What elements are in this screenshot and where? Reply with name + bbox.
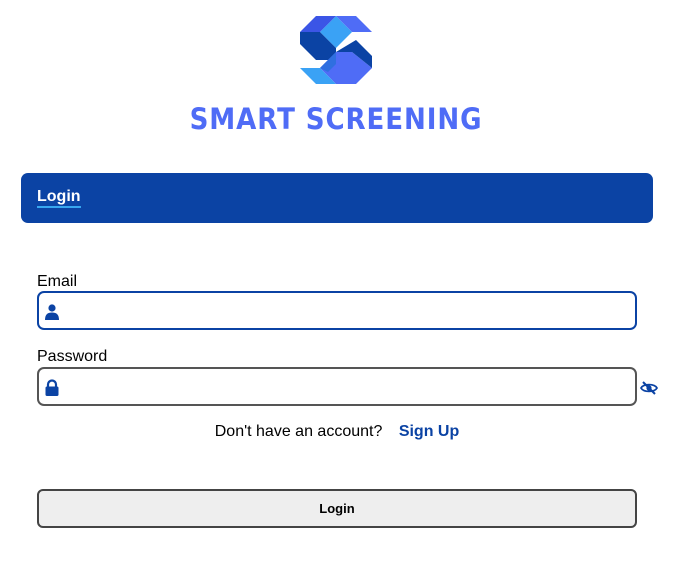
login-button[interactable]: Login: [37, 489, 637, 528]
lock-icon: [45, 379, 59, 396]
brand-name: SMART SCREENING: [189, 102, 483, 136]
header-title[interactable]: Login: [37, 188, 81, 208]
signup-link[interactable]: Sign Up: [399, 423, 459, 440]
password-input[interactable]: [69, 369, 629, 404]
brand-logo: SMART SCREENING: [0, 12, 685, 138]
signup-row: Don't have an account? Sign Up: [0, 423, 674, 441]
email-field[interactable]: [37, 291, 637, 330]
s-cube-logo-icon: [300, 16, 372, 84]
signup-prompt: Don't have an account?: [214, 423, 383, 440]
password-label: Password: [37, 348, 108, 365]
login-header: Login: [21, 173, 653, 223]
email-input[interactable]: [69, 293, 629, 328]
email-label: Email: [37, 273, 78, 290]
password-field[interactable]: [37, 367, 637, 406]
eye-slash-icon[interactable]: [640, 380, 658, 396]
user-icon: [45, 304, 59, 320]
